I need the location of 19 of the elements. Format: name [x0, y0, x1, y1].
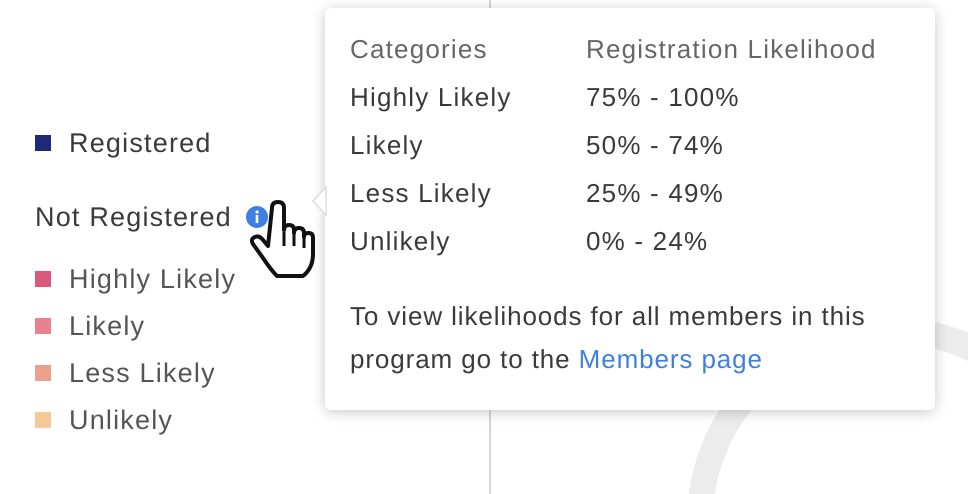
- tooltip-note: To view likelihoods for all members in this program go to the Members page: [350, 300, 867, 376]
- legend-label: Likely: [69, 310, 146, 343]
- legend-label: Highly Likely: [69, 262, 236, 296]
- category-cell-text: Highly Likely: [350, 81, 513, 114]
- legend-heading: Not Registered: [35, 200, 232, 234]
- category-cell-text: Unlikely: [350, 225, 452, 258]
- category-cell-text: Less Likely: [350, 177, 493, 210]
- members-page-link[interactable]: Members page: [578, 344, 763, 374]
- legend-label: Less Likely: [69, 356, 216, 390]
- range-cell-text: 25% - 49%: [586, 177, 725, 210]
- range-cell-text: 50% - 74%: [586, 129, 725, 162]
- column-header: Categories: [350, 33, 489, 66]
- column-header: Registration Likelihood: [586, 33, 878, 66]
- range-cell-text: 0% - 24%: [586, 225, 710, 258]
- legend-label: Registered: [69, 126, 212, 160]
- range-cell-text: 75% - 100%: [586, 81, 741, 114]
- legend-label: Unlikely: [69, 404, 174, 437]
- category-cell-text: Likely: [350, 129, 425, 162]
- info-icon[interactable]: [246, 206, 268, 228]
